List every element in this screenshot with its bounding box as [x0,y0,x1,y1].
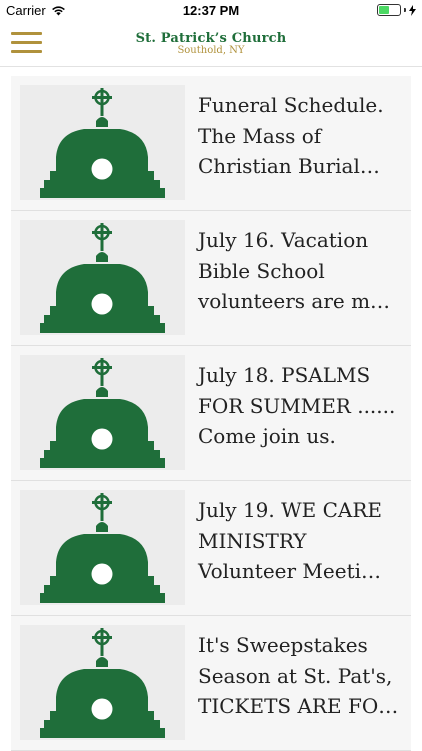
clock: 12:37 PM [182,3,240,18]
church-dome-icon [40,493,165,603]
charging-bolt-icon [409,4,416,16]
battery-tip [404,8,406,12]
church-logo: St. Patrick’s Church Southold, NY [0,32,422,56]
church-dome-icon [40,358,165,468]
news-title: July 18. PSALMS FOR SUMMER ...... Come j… [198,363,396,448]
church-dome-icon [40,223,165,333]
news-list-item[interactable]: July 18. PSALMS FOR SUMMER ...... Come j… [11,346,411,481]
logo-subtitle: Southold, NY [177,45,245,56]
news-list-item[interactable]: July 16. Vacation Bible School volunteer… [11,211,411,346]
news-list-item[interactable]: Funeral Schedule. The Mass of Christian … [11,76,411,211]
news-thumbnail [20,355,185,470]
news-list-item[interactable]: July 19. WE CARE MINISTRY Volunteer Meet… [11,481,411,616]
news-list: Funeral Schedule. The Mass of Christian … [11,76,411,751]
news-title: July 16. Vacation Bible School volunteer… [198,228,391,313]
news-title: Funeral Schedule. The Mass of Christian … [198,93,384,178]
news-thumbnail [20,220,185,335]
status-right [377,4,416,16]
status-bar: Carrier 12:37 PM [0,0,422,22]
app-header: St. Patrick’s Church Southold, NY [0,22,422,67]
logo-title: St. Patrick’s Church [135,31,287,46]
news-title: July 19. WE CARE MINISTRY Volunteer Meet… [198,498,383,583]
news-thumbnail [20,85,185,200]
news-thumbnail [20,490,185,605]
news-title: It's Sweepstakes Season at St. Pat's, TI… [198,633,399,718]
news-thumbnail [20,625,185,740]
church-dome-icon [40,88,165,198]
church-dome-icon [40,628,165,738]
news-list-item[interactable]: It's Sweepstakes Season at St. Pat's, TI… [11,616,411,751]
battery-icon [377,4,401,16]
